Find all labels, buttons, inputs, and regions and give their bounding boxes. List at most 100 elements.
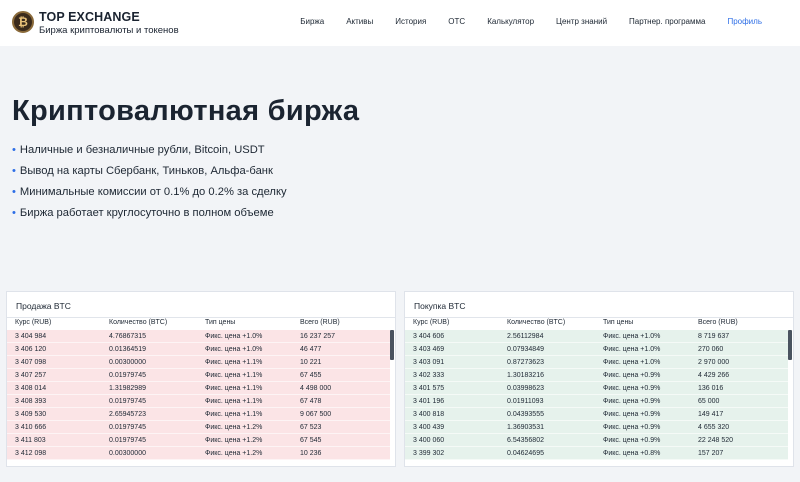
cell-price-type: Фикс. цена +1.1% (205, 385, 263, 392)
sell-table-row[interactable]: 3 411 803 0.01979745 Фикс. цена +1.2% 67 54… (7, 434, 390, 447)
column-header-price-type: Тип цены (205, 319, 236, 326)
cell-total: 67 455 (300, 372, 322, 379)
cell-rate: 3 407 257 (15, 372, 47, 379)
cell-total: 67 478 (300, 398, 322, 405)
cell-total: 136 016 (698, 385, 724, 392)
feature-text: Наличные и безналичные рубли, Bitcoin, U… (19, 144, 265, 156)
cell-price-type: Фикс. цена +1.0% (603, 346, 661, 353)
cell-amount: 1.30183216 (507, 372, 544, 379)
cell-amount: 1.36903531 (507, 424, 544, 431)
nav-item[interactable]: OTC (448, 17, 465, 26)
cell-total: 8 719 637 (698, 333, 730, 340)
buy-table-row[interactable]: 3 401 575 0.03998623 Фикс. цена +0.9% 136 0… (405, 382, 788, 395)
nav-item[interactable]: Биржа (300, 17, 324, 26)
nav-item[interactable]: История (395, 17, 426, 26)
sell-table-row[interactable]: 3 412 098 0.00300000 Фикс. цена +1.2% 10 23… (7, 447, 390, 460)
feature-text: Минимальные комиссии от 0.1% до 0.2% за … (19, 186, 287, 198)
cell-rate: 3 409 530 (15, 411, 47, 418)
buy-table-row[interactable]: 3 403 091 0.87273623 Фикс. цена +1.0% 2 970… (405, 356, 788, 369)
nav-item[interactable]: Активы (346, 17, 373, 26)
cell-amount: 6.54356802 (507, 437, 544, 444)
buy-table-row[interactable]: 3 404 606 2.56112984 Фикс. цена +1.0% 8 719… (405, 330, 788, 343)
brand-title[interactable]: TOP EXCHANGE (39, 10, 140, 24)
buy-table-row[interactable]: 3 400 439 1.36903531 Фикс. цена +0.9% 4 655… (405, 421, 788, 434)
sell-table-row[interactable]: 3 410 666 0.01979745 Фикс. цена +1.2% 67 52… (7, 421, 390, 434)
cell-price-type: Фикс. цена +0.9% (603, 385, 661, 392)
cell-total: 4 498 000 (300, 385, 332, 392)
sell-table-row[interactable]: 3 408 014 1.31982989 Фикс. цена +1.1% 4 498… (7, 382, 390, 395)
cell-rate: 3 400 818 (413, 411, 445, 418)
column-header-total: Всего (RUB) (698, 319, 738, 326)
cell-amount: 0.04393555 (507, 411, 544, 418)
column-header-total: Всего (RUB) (300, 319, 340, 326)
cell-amount: 0.03998623 (507, 385, 544, 392)
brand-subtitle: Биржа криптовалюты и токенов (39, 25, 179, 36)
column-header-rate: Курс (RUB) (15, 319, 52, 326)
cell-price-type: Фикс. цена +0.9% (603, 372, 661, 379)
sell-table-row[interactable]: 3 404 984 4.76867315 Фикс. цена +1.0% 16 23… (7, 330, 390, 343)
cell-price-type: Фикс. цена +1.0% (603, 333, 661, 340)
buy-table-row[interactable]: 3 401 196 0.01911093 Фикс. цена +0.9% 65 00… (405, 395, 788, 408)
cell-price-type: Фикс. цена +1.2% (205, 424, 263, 431)
feature-item: • Наличные и безналичные рубли, Bitcoin, … (12, 143, 287, 164)
divider (405, 317, 793, 318)
top-header: ₿ TOP EXCHANGE Биржа криптовалюты и токе… (0, 0, 800, 46)
cell-price-type: Фикс. цена +1.1% (205, 372, 263, 379)
buy-order-book: Покупка BTC Курс (RUB) Количество (BTC) … (404, 291, 794, 467)
cell-total: 65 000 (698, 398, 720, 405)
nav-item[interactable]: Партнер. программа (629, 17, 705, 26)
sell-panel-title: Продажа BTC (16, 301, 71, 311)
cell-price-type: Фикс. цена +1.2% (205, 450, 263, 457)
sell-table-row[interactable]: 3 409 530 2.65945723 Фикс. цена +1.1% 9 067… (7, 408, 390, 421)
bitcoin-logo-icon[interactable]: ₿ (12, 11, 34, 33)
cell-total: 10 236 (300, 450, 322, 457)
buy-table-row[interactable]: 3 402 333 1.30183216 Фикс. цена +0.9% 4 429… (405, 369, 788, 382)
sell-table-row[interactable]: 3 407 098 0.00300000 Фикс. цена +1.1% 10 22… (7, 356, 390, 369)
cell-rate: 3 401 575 (413, 385, 445, 392)
sell-table-row[interactable]: 3 407 257 0.01979745 Фикс. цена +1.1% 67 45… (7, 369, 390, 382)
cell-price-type: Фикс. цена +0.8% (603, 450, 661, 457)
sell-scrollbar[interactable] (390, 330, 394, 360)
feature-item: • Вывод на карты Сбербанк, Тиньков, Альфа… (12, 164, 287, 185)
cell-price-type: Фикс. цена +1.0% (205, 346, 263, 353)
cell-amount: 0.01364519 (109, 346, 146, 353)
cell-price-type: Фикс. цена +0.9% (603, 411, 661, 418)
cell-amount: 0.00300000 (109, 450, 146, 457)
cell-rate: 3 404 606 (413, 333, 445, 340)
sell-table-body: 3 404 984 4.76867315 Фикс. цена +1.0% 16 23… (7, 330, 390, 460)
sell-table-row[interactable]: 3 406 120 0.01364519 Фикс. цена +1.0% 46 47… (7, 343, 390, 356)
cell-total: 4 655 320 (698, 424, 730, 431)
buy-table-row[interactable]: 3 403 469 0.07934849 Фикс. цена +1.0% 270 0… (405, 343, 788, 356)
column-header-price-type: Тип цены (603, 319, 634, 326)
cell-total: 270 060 (698, 346, 724, 353)
cell-amount: 0.01979745 (109, 424, 146, 431)
cell-rate: 3 406 120 (15, 346, 47, 353)
nav-item[interactable]: Калькулятор (487, 17, 534, 26)
nav-item[interactable]: Центр знаний (556, 17, 607, 26)
column-header-amount: Количество (BTC) (507, 319, 566, 326)
cell-amount: 4.76867315 (109, 333, 146, 340)
buy-scrollbar[interactable] (788, 330, 792, 360)
column-header-rate: Курс (RUB) (413, 319, 450, 326)
cell-rate: 3 399 302 (413, 450, 445, 457)
buy-table-row[interactable]: 3 400 060 6.54356802 Фикс. цена +0.9% 22 24… (405, 434, 788, 447)
nav-item[interactable]: Профиль (727, 17, 762, 26)
buy-table-header: Курс (RUB) Количество (BTC) Тип цены Все… (405, 319, 793, 330)
bullet-icon: • (12, 186, 16, 198)
feature-item: • Биржа работает круглосуточно в полном о… (12, 206, 287, 227)
sell-table-row[interactable]: 3 408 393 0.01979745 Фикс. цена +1.1% 67 47… (7, 395, 390, 408)
cell-rate: 3 401 196 (413, 398, 445, 405)
buy-table-row[interactable]: 3 399 302 0.04624695 Фикс. цена +0.8% 157 2… (405, 447, 788, 460)
cell-amount: 0.01911093 (507, 398, 544, 405)
buy-table-row[interactable]: 3 400 818 0.04393555 Фикс. цена +0.9% 149 4… (405, 408, 788, 421)
cell-rate: 3 403 091 (413, 359, 445, 366)
cell-amount: 0.01979745 (109, 398, 146, 405)
cell-total: 22 248 520 (698, 437, 734, 444)
cell-price-type: Фикс. цена +0.9% (603, 424, 661, 431)
cell-total: 4 429 266 (698, 372, 730, 379)
cell-total: 10 221 (300, 359, 322, 366)
cell-amount: 0.07934849 (507, 346, 544, 353)
cell-price-type: Фикс. цена +1.0% (205, 333, 263, 340)
cell-rate: 3 400 439 (413, 424, 445, 431)
cell-total: 9 067 500 (300, 411, 332, 418)
